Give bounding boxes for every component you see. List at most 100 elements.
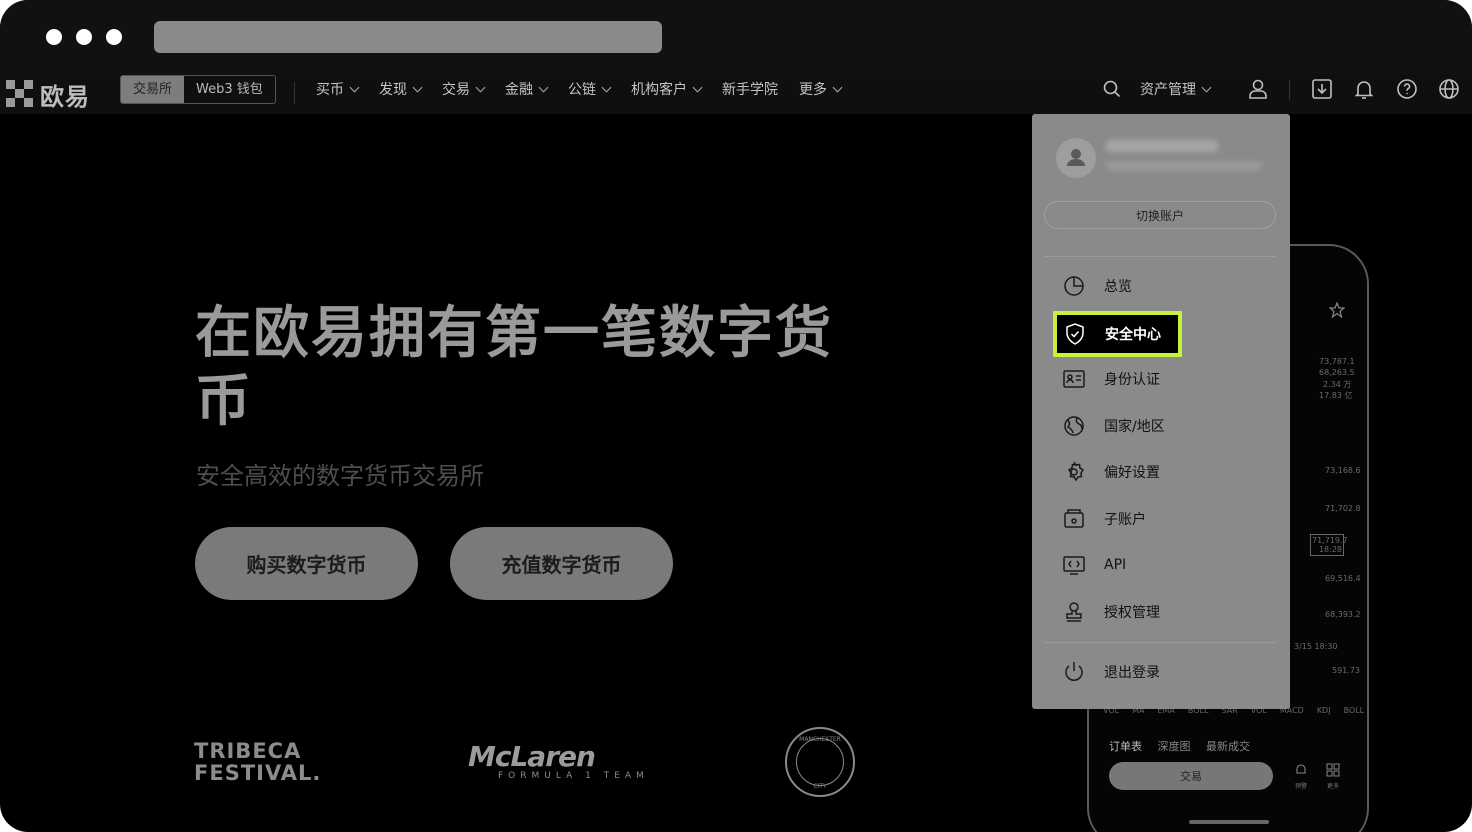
deposit-crypto-button[interactable]: 充值数字货币 bbox=[450, 527, 673, 600]
logo-text: 欧易 bbox=[40, 82, 90, 111]
menu-learn[interactable]: 新手学院 bbox=[722, 79, 778, 99]
notifications-button[interactable] bbox=[1353, 74, 1375, 104]
bell-plus-icon bbox=[1296, 764, 1306, 774]
chevron-down-icon bbox=[412, 82, 423, 92]
menu-buy-crypto[interactable]: 买币 bbox=[316, 79, 360, 99]
chevron-down-icon bbox=[601, 82, 612, 92]
axis-value: 71,702.8 bbox=[1325, 504, 1361, 513]
divider bbox=[1044, 256, 1276, 257]
star-icon bbox=[1329, 302, 1345, 318]
logo-mark-icon bbox=[6, 80, 34, 108]
axis-value: 68,393.2 bbox=[1325, 610, 1361, 619]
chevron-down-icon bbox=[832, 82, 843, 92]
pie-chart-icon bbox=[1064, 276, 1084, 296]
chevron-down-icon bbox=[1201, 82, 1212, 92]
asset-management-label: 资产管理 bbox=[1140, 79, 1212, 99]
menu-chain[interactable]: 公链 bbox=[568, 79, 612, 99]
search-button[interactable] bbox=[1102, 74, 1122, 104]
menu-item-overview[interactable]: 总览 bbox=[1062, 271, 1132, 301]
address-bar[interactable] bbox=[154, 21, 662, 53]
security-center-highlight: 安全中心 bbox=[1053, 311, 1182, 357]
manchester-city-logo: MANCHESTER CITY bbox=[785, 727, 855, 797]
blurred-user-id bbox=[1106, 162, 1262, 170]
window-close-button[interactable] bbox=[46, 29, 62, 45]
platform-switch: 交易所 Web3 钱包 bbox=[120, 75, 276, 104]
id-card-icon bbox=[1063, 370, 1085, 388]
gear-icon bbox=[1067, 461, 1085, 482]
browser-chrome bbox=[0, 0, 1472, 74]
blurred-username bbox=[1106, 140, 1218, 152]
price-value: 17.83 亿 bbox=[1319, 391, 1353, 400]
switch-account-button[interactable]: 切换账户 bbox=[1044, 201, 1276, 229]
menu-item-security-center[interactable]: 安全中心 bbox=[1063, 319, 1161, 349]
crest-ring bbox=[796, 738, 844, 786]
menu-item-api[interactable]: API bbox=[1062, 550, 1126, 580]
menu-item-identity[interactable]: 身份认证 bbox=[1062, 364, 1160, 394]
menu-item-subaccount[interactable]: 子账户 bbox=[1062, 504, 1146, 534]
buy-crypto-button[interactable]: 购买数字货币 bbox=[195, 527, 418, 600]
user-icon bbox=[1067, 149, 1085, 166]
tab-order-book[interactable]: 订单表 bbox=[1109, 740, 1142, 753]
tab-latest-trades[interactable]: 最新成交 bbox=[1206, 740, 1250, 753]
account-dropdown: 切换账户 总览 身份认证 国家/地区 偏好设置 子账户 API 授权管理 退出登… bbox=[1032, 114, 1290, 709]
divider bbox=[1044, 642, 1276, 643]
search-icon bbox=[1103, 80, 1121, 98]
chart-datetime: 3/15 18:30 bbox=[1294, 642, 1338, 651]
chevron-down-icon bbox=[538, 82, 549, 92]
tab-exchange[interactable]: 交易所 bbox=[121, 76, 185, 103]
home-indicator bbox=[1189, 820, 1269, 824]
menu-institutional[interactable]: 机构客户 bbox=[631, 79, 703, 99]
menu-discover[interactable]: 发现 bbox=[379, 79, 423, 99]
menu-item-country[interactable]: 国家/地区 bbox=[1062, 411, 1165, 441]
shield-check-icon bbox=[1066, 323, 1084, 345]
download-icon bbox=[1312, 79, 1332, 99]
help-button[interactable] bbox=[1396, 74, 1418, 104]
phone-tabs: 订单表 深度图 最新成交 bbox=[1109, 738, 1262, 754]
bell-icon bbox=[1354, 81, 1374, 99]
price-value: 2.34 万 bbox=[1323, 380, 1352, 389]
tab-depth[interactable]: 深度图 bbox=[1158, 740, 1191, 753]
okx-logo[interactable]: 欧易 bbox=[6, 78, 90, 111]
help-icon bbox=[1397, 79, 1417, 99]
avatar bbox=[1056, 138, 1096, 178]
price-value: 73,787.1 bbox=[1319, 357, 1355, 366]
menu-more[interactable]: 更多 bbox=[799, 79, 843, 99]
hero-subtitle: 安全高效的数字货币交易所 bbox=[196, 462, 484, 490]
stamp-icon bbox=[1066, 602, 1082, 622]
axis-value: 591.73 bbox=[1332, 666, 1360, 675]
code-icon bbox=[1063, 556, 1085, 575]
chevron-down-icon bbox=[349, 82, 360, 92]
menu-item-authorization[interactable]: 授权管理 bbox=[1062, 597, 1160, 627]
tab-web3-wallet[interactable]: Web3 钱包 bbox=[184, 76, 275, 103]
language-button[interactable] bbox=[1438, 74, 1460, 104]
window-minimize-button[interactable] bbox=[76, 29, 92, 45]
chevron-down-icon bbox=[475, 82, 486, 92]
menu-finance[interactable]: 金融 bbox=[505, 79, 549, 99]
globe-icon bbox=[1064, 416, 1084, 436]
nav-divider bbox=[294, 82, 295, 104]
top-navigation: 欧易 交易所 Web3 钱包 买币 发现 交易 金融 公链 机构客户 新手学院 … bbox=[0, 74, 1472, 114]
menu-trade[interactable]: 交易 bbox=[442, 79, 486, 99]
crosshair-label: 71,719.7 18:28 bbox=[1310, 534, 1348, 556]
globe-icon bbox=[1439, 79, 1459, 99]
hero-title: 在欧易拥有第一笔数字货币 bbox=[195, 301, 833, 434]
more-button[interactable]: 更多 bbox=[1325, 762, 1341, 790]
browser-window: 欧易 交易所 Web3 钱包 买币 发现 交易 金融 公链 机构客户 新手学院 … bbox=[0, 0, 1472, 832]
main-menu: 买币 发现 交易 金融 公链 机构客户 新手学院 更多 bbox=[316, 74, 862, 104]
logout-button[interactable]: 退出登录 bbox=[1062, 657, 1160, 687]
axis-value: 73,168.6 bbox=[1325, 466, 1361, 475]
window-maximize-button[interactable] bbox=[106, 29, 122, 45]
chevron-down-icon bbox=[692, 82, 703, 92]
phone-trade-button[interactable]: 交易 bbox=[1109, 762, 1273, 790]
tribeca-festival-logo: TRIBECA FESTIVAL. bbox=[194, 739, 322, 785]
menu-item-preferences[interactable]: 偏好设置 bbox=[1062, 457, 1160, 487]
wallet-icon bbox=[1064, 509, 1084, 528]
power-icon bbox=[1065, 662, 1083, 681]
axis-value: 69,516.4 bbox=[1325, 574, 1361, 583]
alert-button[interactable]: 预警 bbox=[1293, 762, 1309, 790]
user-button[interactable] bbox=[1247, 74, 1269, 104]
asset-management-menu[interactable]: 资产管理 bbox=[1140, 74, 1212, 104]
grid-icon bbox=[1326, 763, 1340, 777]
download-button[interactable] bbox=[1311, 74, 1333, 104]
user-icon bbox=[1249, 79, 1267, 99]
